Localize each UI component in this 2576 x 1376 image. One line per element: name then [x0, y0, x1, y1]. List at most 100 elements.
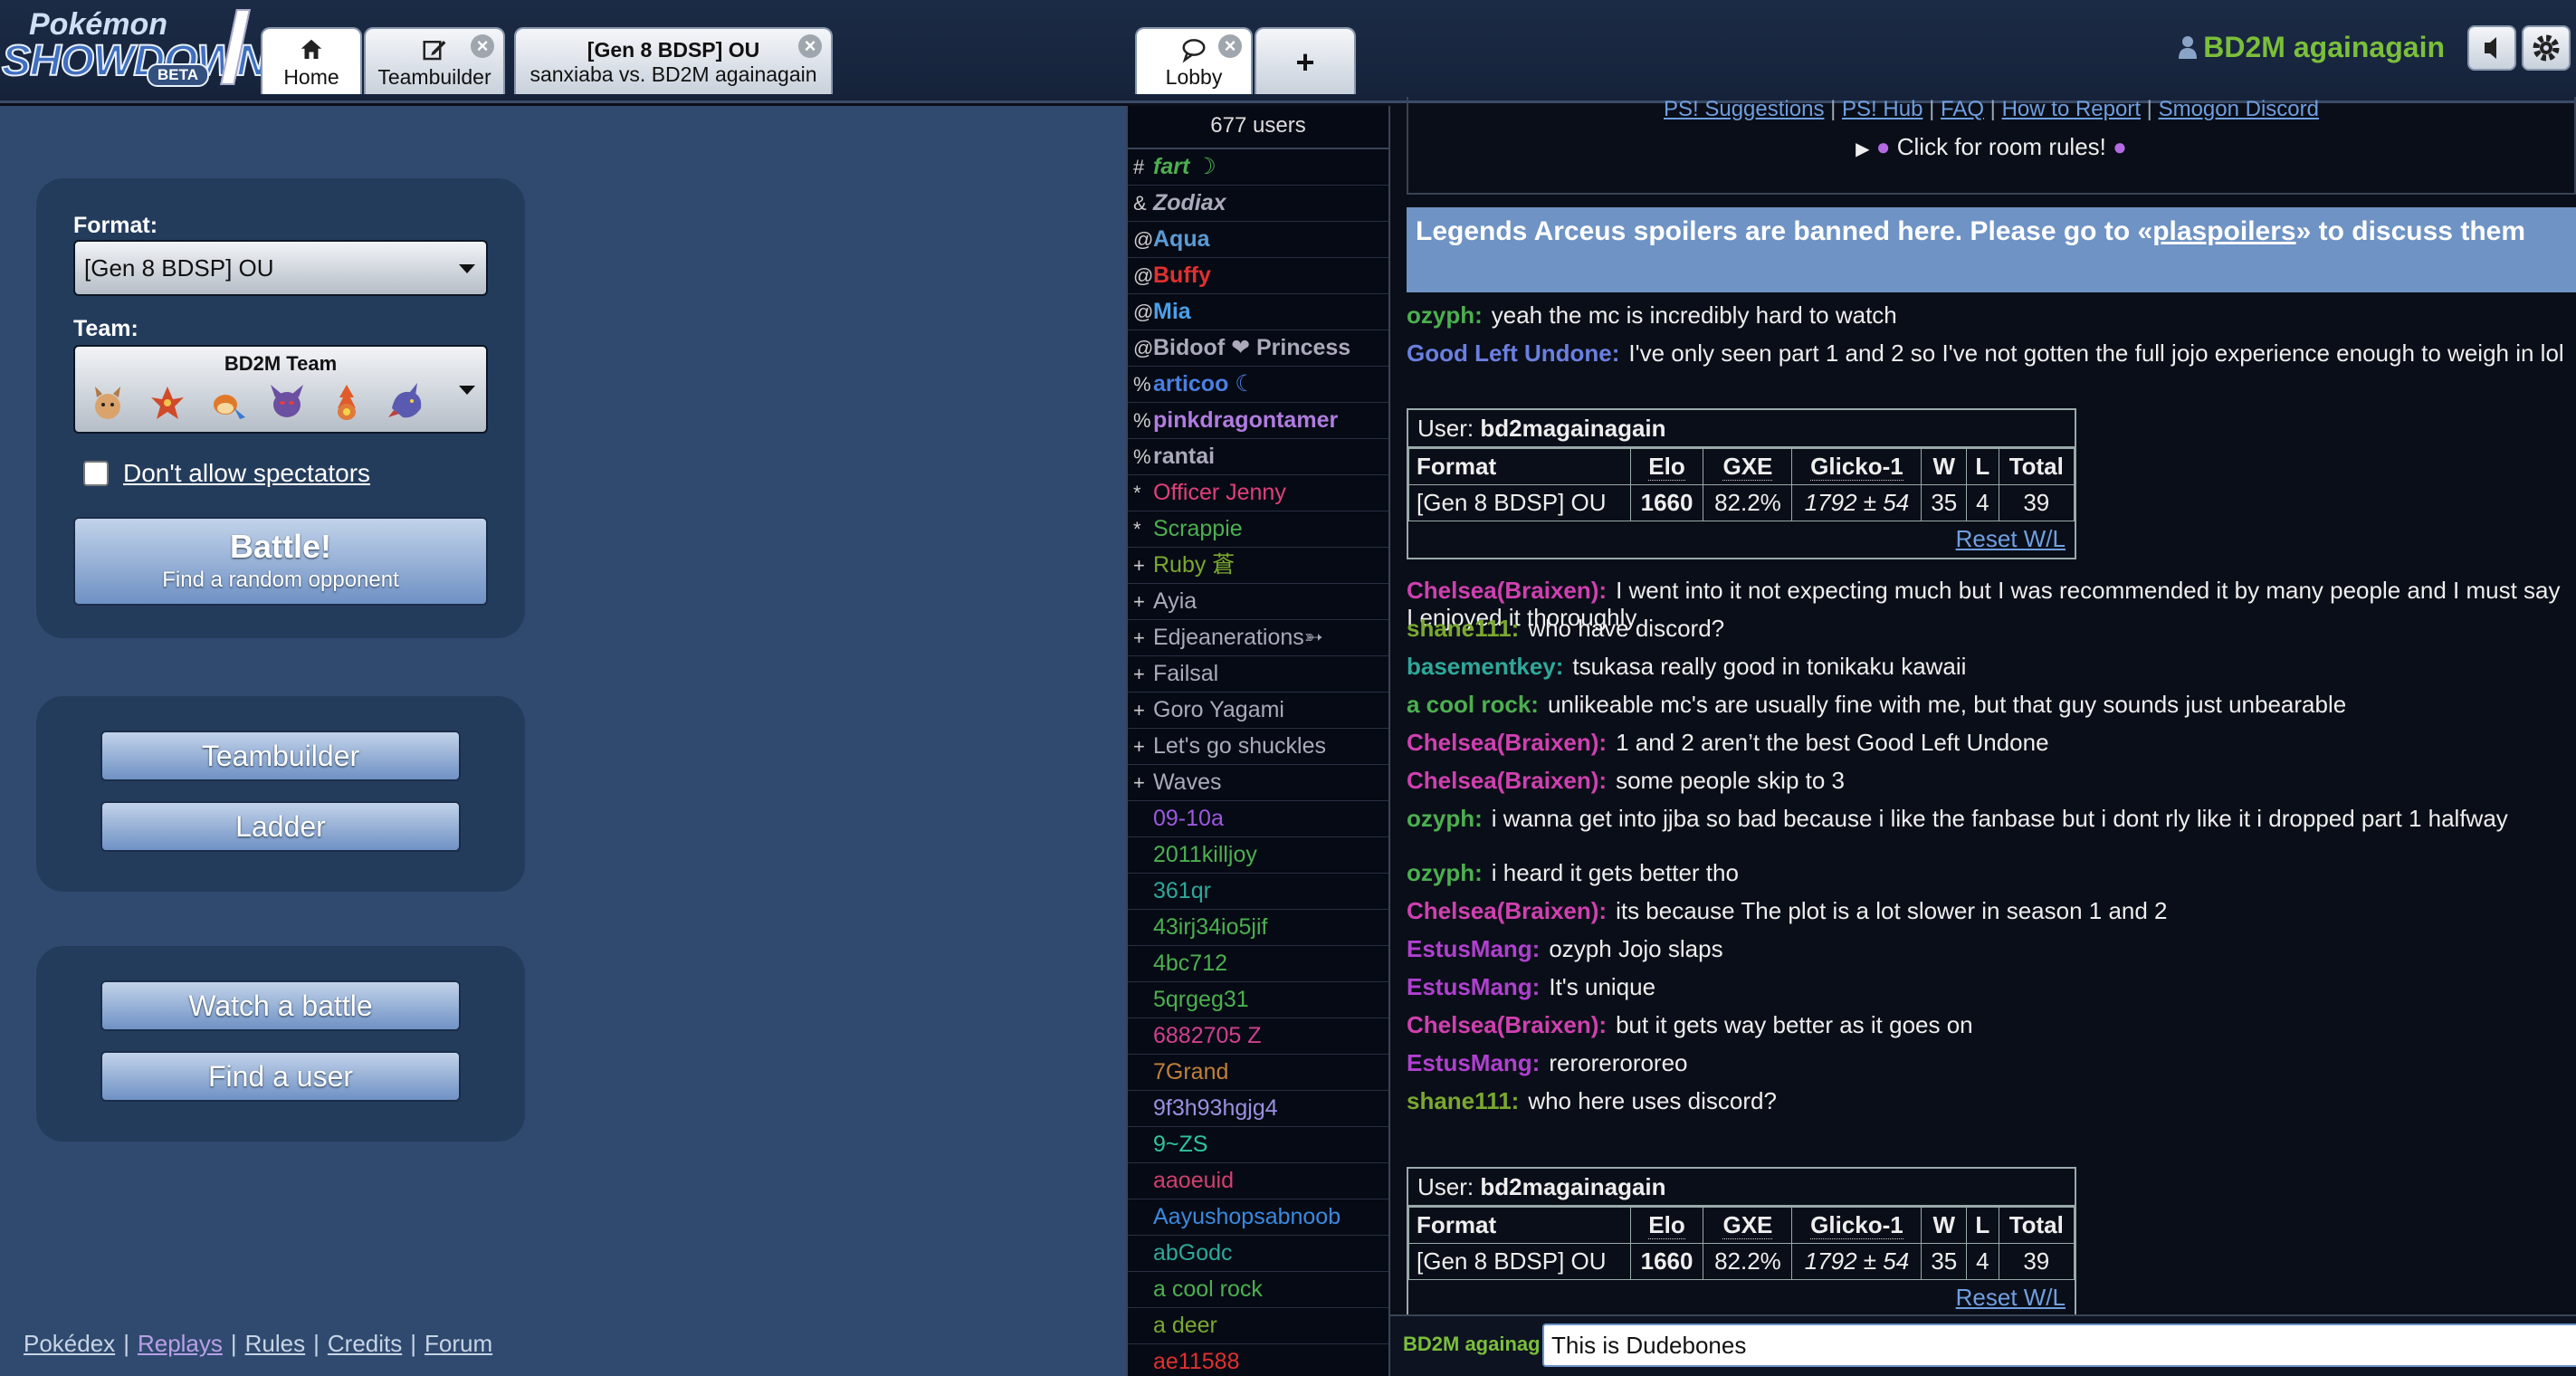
chat-username[interactable]: BD2M againagain — [1403, 1333, 1539, 1356]
user-list-item[interactable]: + Ayia — [1128, 584, 1388, 620]
user-list-item[interactable]: %pinkdragontamer — [1128, 403, 1388, 439]
user-list-item[interactable]: 5qrgeg31 — [1128, 982, 1388, 1018]
tab-lobby-label: Lobby — [1165, 65, 1223, 89]
user-list-item[interactable]: %rantai — [1128, 439, 1388, 475]
user-list-item[interactable]: abGodc — [1128, 1236, 1388, 1272]
link-smogon-discord[interactable]: Smogon Discord — [2159, 97, 2319, 121]
user-menu[interactable]: BD2M againagain — [2178, 31, 2445, 64]
no-spectators-label[interactable]: Don't allow spectators — [123, 459, 370, 488]
user-count[interactable]: 677 users — [1128, 106, 1388, 149]
user-list-item[interactable]: * Scrappie — [1128, 511, 1388, 548]
chat-message-author[interactable]: Chelsea(Braixen): — [1407, 767, 1607, 794]
user-name: Bidoof ❤ Princess — [1153, 335, 1351, 360]
user-list-item[interactable]: @Bidoof ❤ Princess — [1128, 330, 1388, 367]
user-list-item[interactable]: 2011killjoy — [1128, 837, 1388, 874]
reset-wl-link[interactable]: Reset W/L — [1956, 525, 2066, 552]
user-list-item[interactable]: 7Grand — [1128, 1055, 1388, 1091]
plaspoilers-link[interactable]: plaspoilers — [2152, 216, 2295, 246]
watch-battle-button[interactable]: Watch a battle — [100, 980, 461, 1031]
close-tab-battle-icon[interactable]: × — [798, 34, 822, 58]
tab-home[interactable]: Home — [261, 27, 362, 94]
user-list-item[interactable]: * Officer Jenny — [1128, 475, 1388, 511]
battle-button[interactable]: Battle! Find a random opponent — [73, 517, 488, 606]
tab-lobby[interactable]: Lobby × — [1135, 27, 1253, 94]
close-tab-teambuilder-icon[interactable]: × — [471, 34, 494, 58]
footer-link-pokedex[interactable]: Pokédex — [24, 1330, 115, 1357]
chat-message-author[interactable]: shane111: — [1407, 615, 1519, 642]
user-list-item[interactable]: 9f3h93hgjg4 — [1128, 1091, 1388, 1127]
user-name: Let's go shuckles — [1153, 733, 1326, 759]
user-list-item[interactable]: + Edjeanerations➳ — [1128, 620, 1388, 656]
tab-battle[interactable]: [Gen 8 BDSP] OU sanxiaba vs. BD2M againa… — [514, 27, 833, 94]
chat-message-author[interactable]: EstusMang: — [1407, 973, 1540, 1000]
link-faq[interactable]: FAQ — [1941, 97, 1984, 121]
chat-message-author[interactable]: EstusMang: — [1407, 1049, 1540, 1076]
user-list-item[interactable]: + Goro Yagami — [1128, 693, 1388, 729]
user-list-item[interactable]: 4bc712 — [1128, 946, 1388, 982]
user-list-item[interactable]: aaoeuid — [1128, 1163, 1388, 1199]
link-ps-hub[interactable]: PS! Hub — [1842, 97, 1922, 121]
tab-battle-players: sanxiaba vs. BD2M againagain — [530, 62, 817, 86]
find-user-button[interactable]: Find a user — [100, 1051, 461, 1102]
rank-table-cell: 39 — [1998, 1243, 2075, 1280]
showdown-logo[interactable]: Pokémon SHOWDOWN BETA — [0, 5, 269, 87]
close-tab-lobby-icon[interactable]: × — [1218, 34, 1242, 58]
format-select[interactable]: [Gen 8 BDSP] OU — [73, 240, 488, 296]
chat-message-author[interactable]: Chelsea(Braixen): — [1407, 897, 1607, 924]
chat-message-author[interactable]: ozyph: — [1407, 805, 1483, 832]
tab-teambuilder[interactable]: Teambuilder × — [364, 27, 505, 94]
rank-header-text: Glicko-1 — [1810, 453, 1903, 481]
user-list-item[interactable]: @Mia — [1128, 294, 1388, 330]
footer-link-credits[interactable]: Credits — [328, 1330, 402, 1357]
room-rules-toggle[interactable]: ▶ ● Click for room rules! ● — [1408, 133, 2574, 161]
user-list-item[interactable]: %articoo ☾ — [1128, 367, 1388, 403]
rank-card-username[interactable]: bd2magainagain — [1480, 1173, 1665, 1200]
team-select[interactable]: BD2M Team — [73, 345, 488, 434]
reset-wl-link[interactable]: Reset W/L — [1956, 1284, 2066, 1311]
rank-table: Format Elo GXE Glicko-1 W L Total [Gen 8 BDSP] … — [1408, 448, 2075, 521]
user-list-item[interactable]: 361qr — [1128, 874, 1388, 910]
user-list-item[interactable]: 6882705 Z — [1128, 1018, 1388, 1055]
user-list-item[interactable]: # fart ☽ — [1128, 149, 1388, 186]
announcement-banner: Legends Arceus spoilers are banned here.… — [1407, 207, 2576, 292]
chevron-down-icon — [459, 386, 475, 395]
footer-link-forum[interactable]: Forum — [425, 1330, 492, 1357]
teambuilder-button[interactable]: Teambuilder — [100, 731, 461, 781]
no-spectators-checkbox[interactable] — [83, 461, 109, 486]
new-tab-button[interactable]: + — [1255, 27, 1356, 94]
user-list-item[interactable]: a deer — [1128, 1308, 1388, 1344]
chat-message-author[interactable]: Chelsea(Braixen): — [1407, 729, 1607, 756]
link-ps-suggestions[interactable]: PS! Suggestions — [1664, 97, 1824, 121]
chat-message-text: ozyph Jojo slaps — [1549, 935, 1723, 962]
ladder-button[interactable]: Ladder — [100, 801, 461, 852]
chat-message-author[interactable]: ozyph: — [1407, 859, 1483, 886]
user-list-item[interactable]: ae11588 — [1128, 1344, 1388, 1376]
rank-card-username[interactable]: bd2magainagain — [1480, 415, 1665, 442]
footer-link-replays[interactable]: Replays — [138, 1330, 223, 1357]
user-list-item[interactable]: 43irj34io5jif — [1128, 910, 1388, 946]
user-list-item[interactable]: @Buffy — [1128, 258, 1388, 294]
link-how-to-report[interactable]: How to Report — [2002, 97, 2141, 121]
user-list-item[interactable]: + Failsal — [1128, 656, 1388, 693]
chat-message-author[interactable]: Chelsea(Braixen): — [1407, 1011, 1607, 1038]
user-list-item[interactable]: 09-10a — [1128, 801, 1388, 837]
footer-link-rules[interactable]: Rules — [245, 1330, 305, 1357]
chat-message-author[interactable]: a cool rock: — [1407, 691, 1539, 718]
user-list-item[interactable]: + Let's go shuckles — [1128, 729, 1388, 765]
user-list-item[interactable]: Aayushopsabnoob — [1128, 1199, 1388, 1236]
chat-message-author[interactable]: shane111: — [1407, 1087, 1519, 1114]
user-list-item[interactable]: + Ruby 蒼 — [1128, 548, 1388, 584]
user-list-item[interactable]: a cool rock — [1128, 1272, 1388, 1308]
user-list-item[interactable]: 9~ZS — [1128, 1127, 1388, 1163]
user-list-item[interactable]: & Zodiax — [1128, 186, 1388, 222]
user-list-item[interactable]: @Aqua — [1128, 222, 1388, 258]
chat-message-author[interactable]: EstusMang: — [1407, 935, 1540, 962]
user-list-item[interactable]: + Waves — [1128, 765, 1388, 801]
chat-message-author[interactable]: Good Left Undone: — [1407, 339, 1619, 367]
settings-button[interactable] — [2522, 25, 2571, 71]
chat-message-author[interactable]: ozyph: — [1407, 301, 1483, 329]
chat-input[interactable] — [1542, 1323, 2576, 1367]
chat-message-author[interactable]: Chelsea(Braixen): — [1407, 577, 1607, 604]
chat-message-author[interactable]: basementkey: — [1407, 653, 1563, 680]
sound-button[interactable] — [2467, 25, 2516, 71]
